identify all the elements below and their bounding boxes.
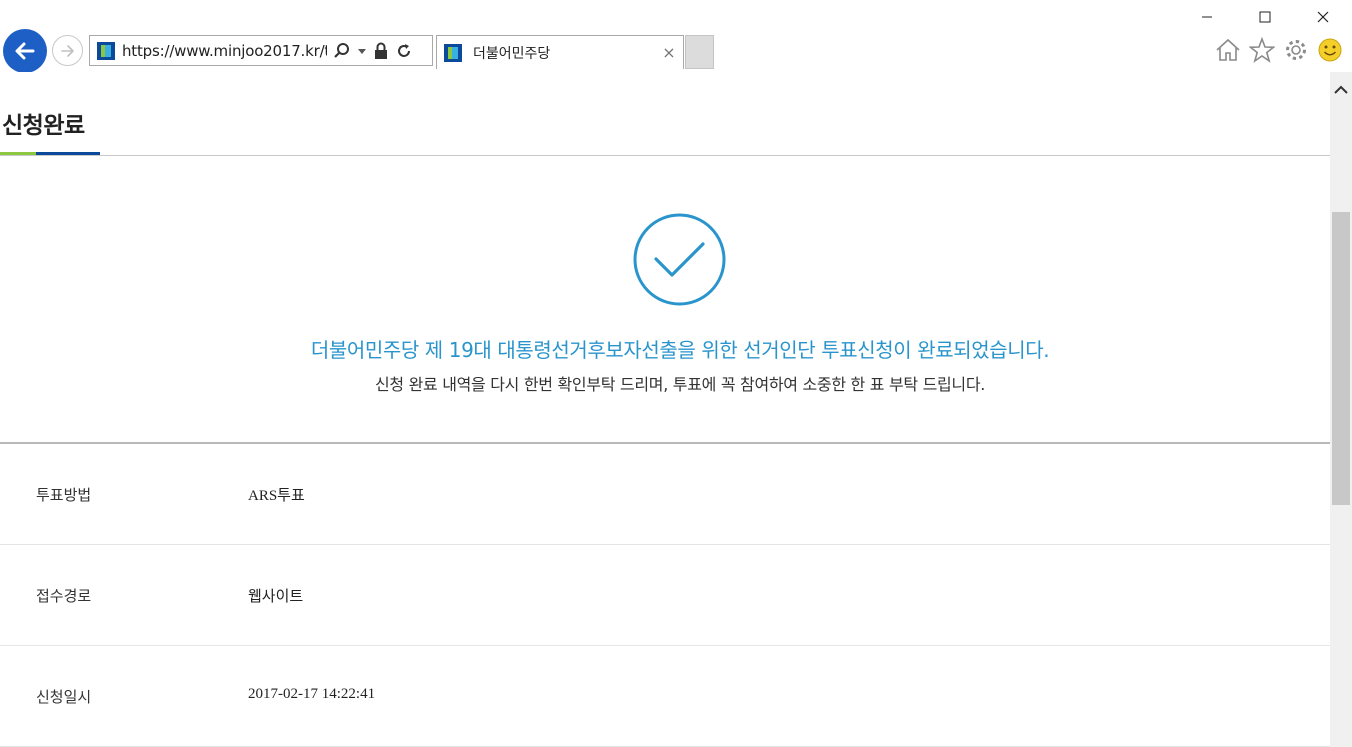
chevron-down-icon[interactable] <box>357 46 367 56</box>
table-row-vote-method: 투표방법 ARS투표 <box>0 444 1330 545</box>
window-controls <box>1178 0 1352 34</box>
table-row-channel: 접수경로 웹사이트 <box>0 545 1330 646</box>
arrow-left-icon <box>15 42 35 60</box>
refresh-icon[interactable] <box>395 42 413 60</box>
date-value: 2017-02-17 14:22:41 <box>248 686 376 702</box>
tab-favicon-icon <box>444 43 462 62</box>
channel-value: 웹사이트 <box>248 587 304 605</box>
vote-method-value: ARS투표 <box>248 488 305 504</box>
check-circle-icon <box>633 213 726 306</box>
minimize-icon <box>1202 16 1212 18</box>
minimize-button[interactable] <box>1178 0 1236 34</box>
scrollbar-thumb[interactable] <box>1332 212 1350 505</box>
vertical-scrollbar[interactable] <box>1330 72 1352 747</box>
new-tab-button[interactable] <box>685 35 714 69</box>
scroll-up-button[interactable] <box>1330 80 1352 100</box>
chevron-up-icon <box>1334 85 1348 94</box>
maximize-icon <box>1259 11 1271 23</box>
browser-toolbar <box>1214 36 1344 64</box>
lock-icon[interactable] <box>373 42 389 60</box>
address-bar-icons <box>333 42 413 60</box>
page-content: 신청완료 더불어민주당 제 19대 대통령선거후보자선출을 위한 선거인단 투표… <box>0 72 1330 747</box>
vote-method-label: 투표방법 <box>36 486 92 504</box>
back-button[interactable] <box>3 29 47 73</box>
arrow-right-icon <box>60 44 74 57</box>
table-row-date: 신청일시 2017-02-17 14:22:41 <box>0 646 1330 747</box>
tab-close-icon[interactable]: × <box>659 43 679 62</box>
tab-title: 더불어민주당 <box>473 45 551 62</box>
gear-icon[interactable] <box>1282 36 1310 64</box>
tab-active[interactable]: 더불어민주당 × <box>436 35 684 69</box>
search-icon[interactable] <box>333 42 351 60</box>
details-table: 투표방법 ARS투표 접수경로 웹사이트 신청일시 2017-02-17 14:… <box>0 442 1330 747</box>
star-icon[interactable] <box>1248 36 1276 64</box>
close-icon <box>1317 11 1329 23</box>
url-text[interactable]: https://www.minjoo2017.kr/tec <box>122 42 327 60</box>
maximize-button[interactable] <box>1236 0 1294 34</box>
address-bar[interactable]: https://www.minjoo2017.kr/tec <box>89 35 433 66</box>
title-divider <box>0 155 1330 156</box>
forward-button[interactable] <box>52 35 83 66</box>
page-title: 신청완료 <box>2 113 85 139</box>
smiley-icon[interactable] <box>1316 36 1344 64</box>
completion-submessage: 신청 완료 내역을 다시 한번 확인부탁 드리며, 투표에 꼭 참여하여 소중한… <box>374 375 986 394</box>
date-label: 신청일시 <box>36 688 92 706</box>
completion-message: 더불어민주당 제 19대 대통령선거후보자선출을 위한 선거인단 투표신청이 완… <box>310 338 1050 362</box>
close-window-button[interactable] <box>1294 0 1352 34</box>
home-icon[interactable] <box>1214 36 1242 64</box>
channel-label: 접수경로 <box>36 587 92 605</box>
browser-chrome: https://www.minjoo2017.kr/tec 더불어민주당 × <box>0 0 1352 73</box>
site-favicon-icon <box>97 41 115 60</box>
